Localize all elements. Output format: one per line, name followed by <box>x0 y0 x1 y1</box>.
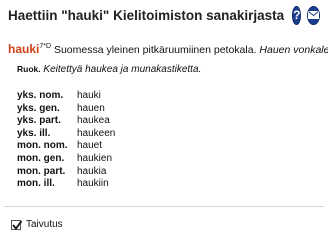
table-row: yks. gen. hauen <box>17 103 115 116</box>
form-value: haukeen <box>77 127 116 139</box>
table-row: yks. ill. haukeen <box>17 128 115 141</box>
header: Haettiin "hauki" Kielitoimiston sanakirj… <box>8 2 321 28</box>
form-value: haukien <box>77 152 113 164</box>
page-title: Haettiin "hauki" Kielitoimiston sanakirj… <box>8 7 285 23</box>
form-label: mon. ill. <box>17 178 55 190</box>
mail-icon[interactable] <box>307 5 321 25</box>
inflection-table: yks. nom. hauki yks. gen. hauen yks. par… <box>17 90 115 191</box>
table-row: mon. part. haukia <box>17 166 115 179</box>
inflection-toggle[interactable]: Taivutus <box>11 219 63 230</box>
form-label: yks. gen. <box>17 102 60 114</box>
checkbox-label: Taivutus <box>26 219 63 230</box>
definition: Suomessa yleinen pitkäruumiinen petokala… <box>51 44 260 56</box>
headword: hauki <box>8 42 40 56</box>
divider <box>4 206 324 207</box>
usage-example-text: Keitettyä haukea ja munakastiketta. <box>43 64 202 75</box>
table-row: yks. part. haukea <box>17 115 115 128</box>
form-label: yks. part. <box>17 115 61 127</box>
form-value: haukia <box>77 165 107 177</box>
form-value: haukiin <box>77 178 109 190</box>
dictionary-entry: hauki7*D Suomessa yleinen pitkäruumiinen… <box>8 40 328 57</box>
table-row: mon. gen. haukien <box>17 153 115 166</box>
form-label: yks. ill. <box>17 127 51 139</box>
example-phrase: Hauen vonkale. <box>259 44 328 56</box>
form-label: yks. nom. <box>17 90 64 101</box>
form-value: hauen <box>77 102 105 114</box>
help-glyph: ? <box>293 8 301 22</box>
form-label: mon. part. <box>17 165 66 177</box>
help-icon[interactable]: ? <box>292 5 302 25</box>
usage-example: Ruok. Keitettyä haukea ja munakastiketta… <box>17 64 201 75</box>
form-label: mon. nom. <box>17 140 68 152</box>
inflection-checkbox[interactable] <box>11 219 23 230</box>
table-row: yks. nom. hauki <box>17 90 115 103</box>
table-row: mon. ill. haukiin <box>17 178 115 191</box>
form-value: haukea <box>77 115 110 127</box>
form-value: hauet <box>77 140 103 152</box>
table-row: mon. nom. hauet <box>17 140 115 153</box>
form-label: mon. gen. <box>17 152 65 164</box>
usage-abbreviation: Ruok. <box>17 64 41 74</box>
checkmark-icon <box>12 219 23 230</box>
inflection-code: 7*D <box>39 43 52 50</box>
form-value: hauki <box>77 90 101 101</box>
